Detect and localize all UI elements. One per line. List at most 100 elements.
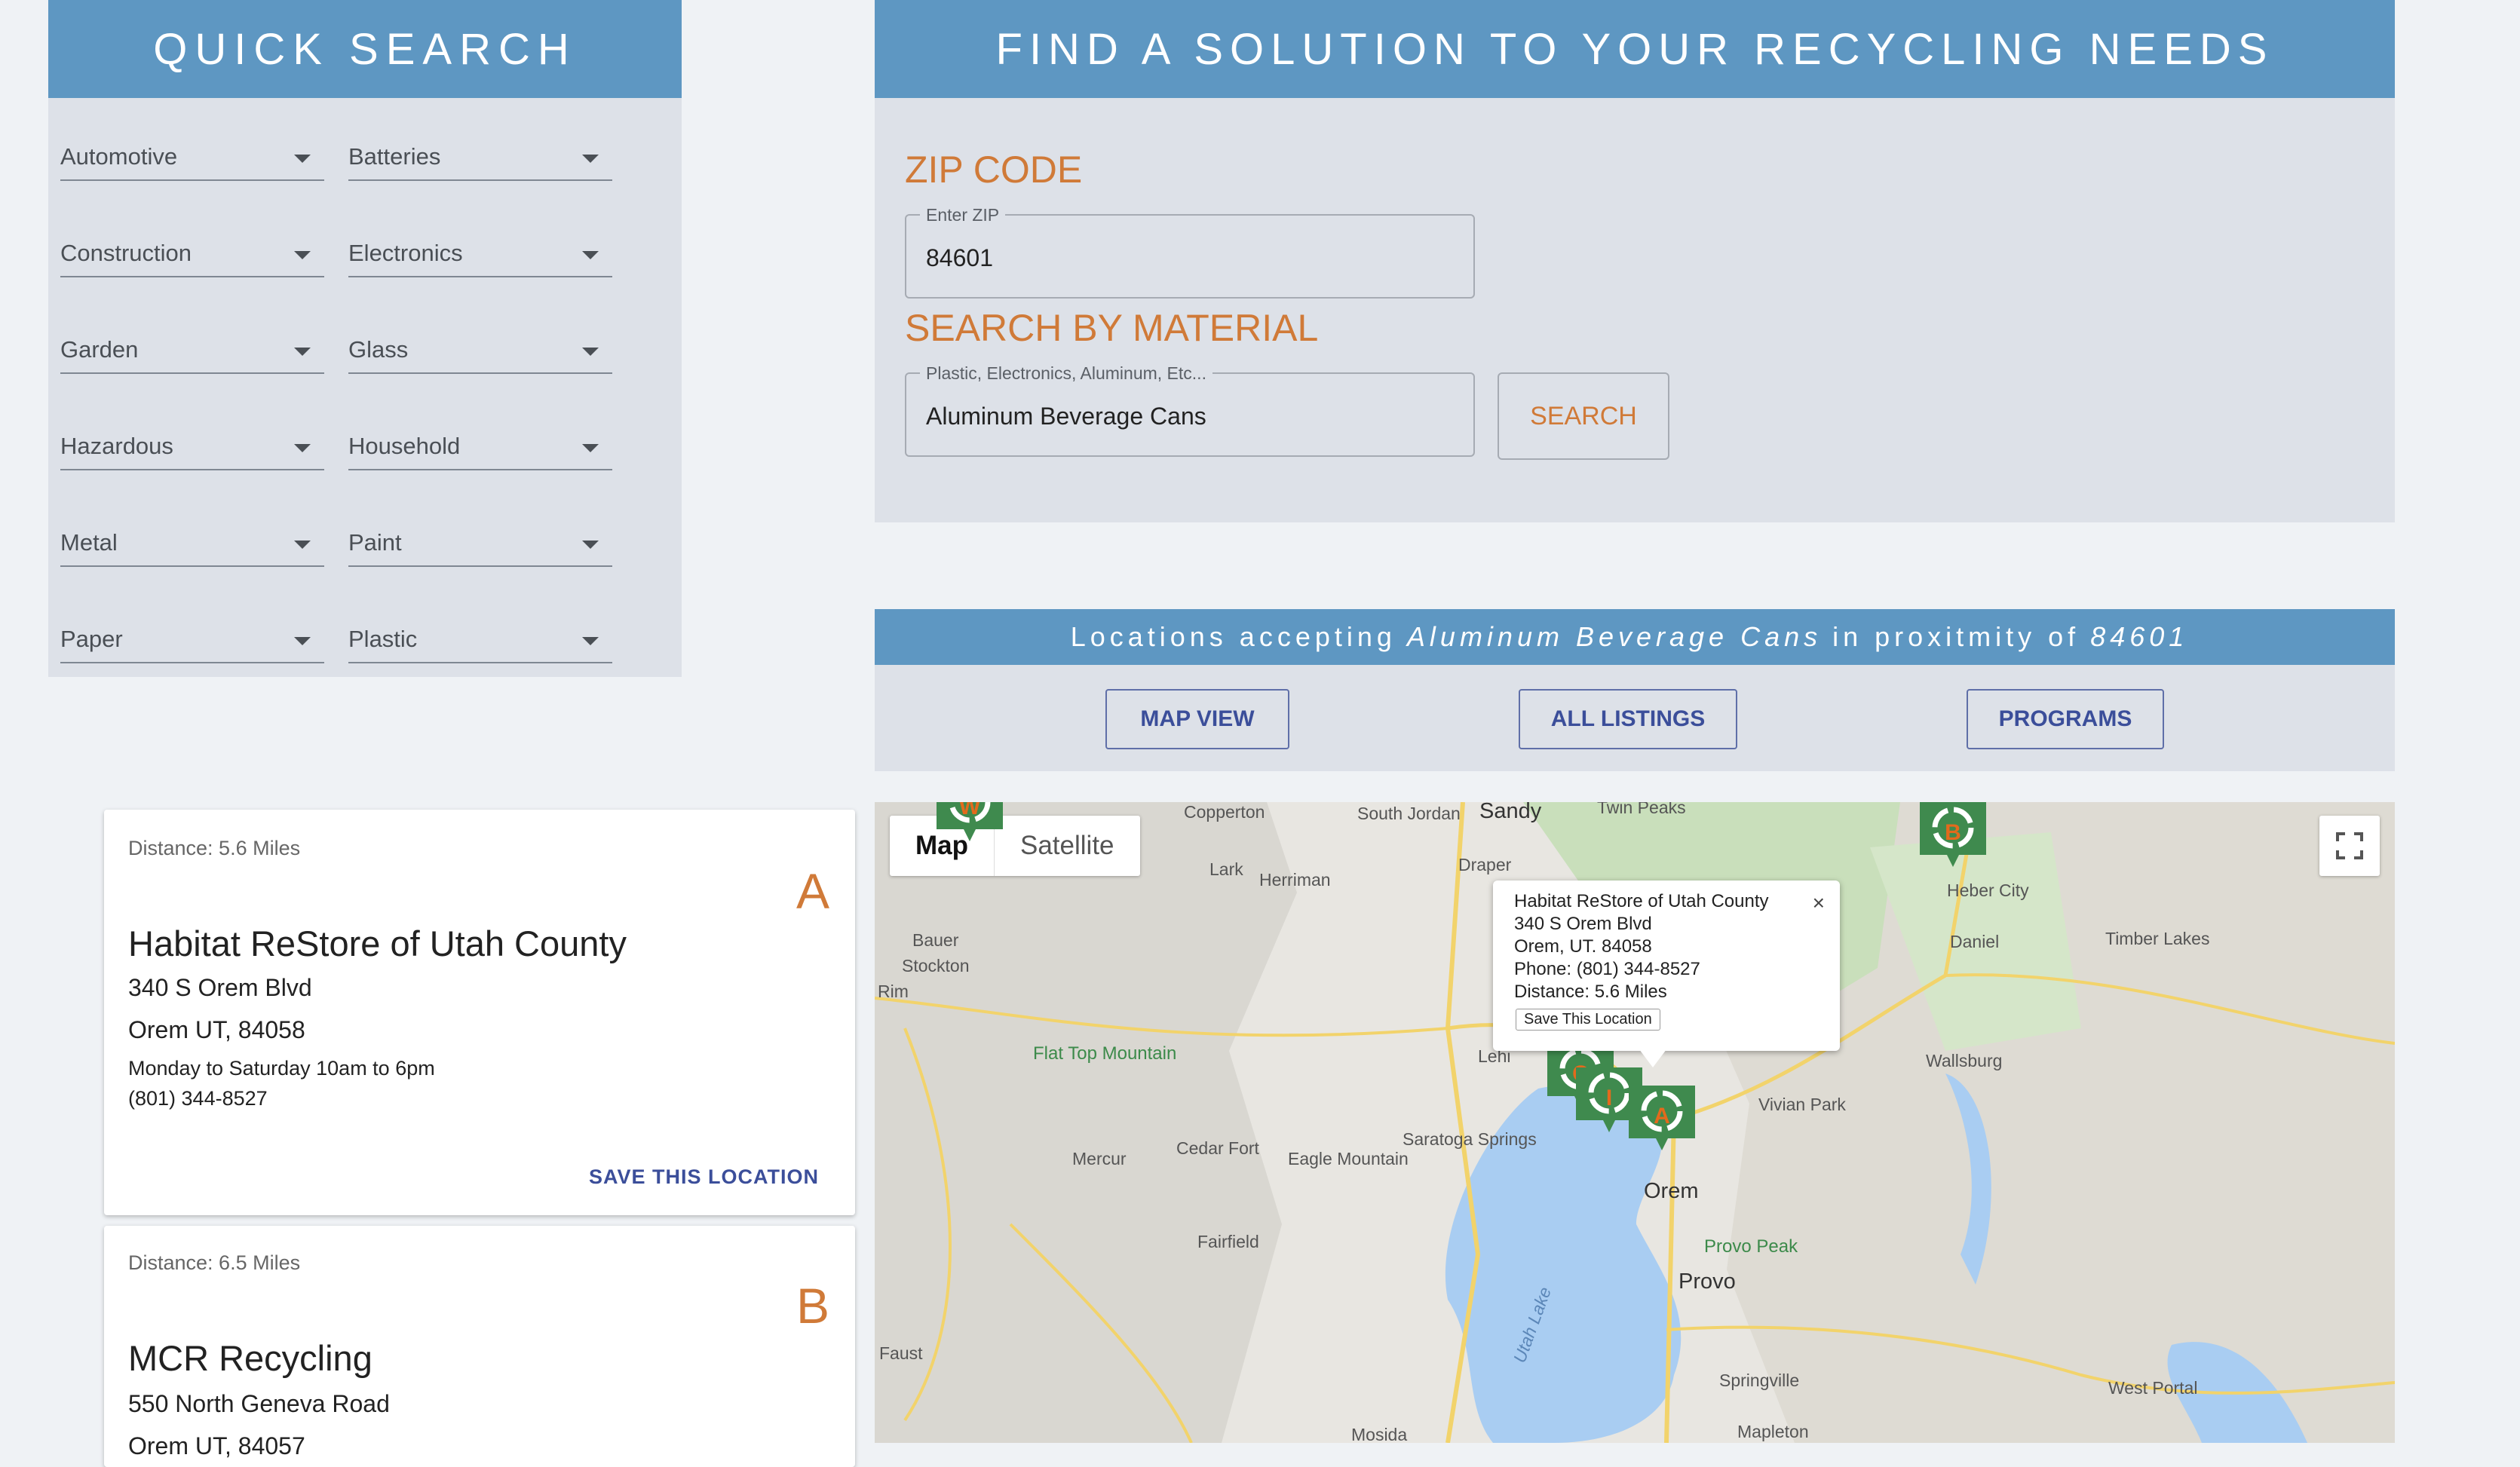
map-label: Stockton	[902, 956, 970, 975]
dropdown-caret-icon	[294, 251, 311, 259]
map-label: Provo	[1678, 1269, 1736, 1294]
recycling-marker[interactable]: A	[1624, 1081, 1700, 1153]
fullscreen-button[interactable]	[2319, 816, 2380, 876]
results-zip: 84601	[2090, 621, 2189, 652]
map-label: Flat Top Mountain	[1033, 1043, 1177, 1064]
map-label: Mapleton	[1737, 1422, 1809, 1441]
info-address: 340 S Orem Blvd	[1514, 914, 1652, 934]
listing-city: Orem UT, 84057	[128, 1432, 305, 1459]
map-view-button[interactable]: MAP VIEW	[1105, 689, 1289, 749]
category-select-electronics[interactable]: Electronics	[348, 237, 612, 277]
dropdown-caret-icon	[582, 637, 599, 645]
map-label: Orem	[1644, 1179, 1699, 1203]
info-save-location-button[interactable]: Save This Location	[1516, 1009, 1660, 1031]
map-label: Mercur	[1072, 1149, 1127, 1168]
results-prefix: Locations accepting	[1070, 621, 1396, 652]
map-label: Bauer	[912, 930, 959, 950]
map-label: Draper	[1458, 855, 1512, 874]
info-city: Orem, UT. 84058	[1514, 936, 1652, 957]
fullscreen-icon	[2336, 832, 2363, 859]
category-select-automotive[interactable]: Automotive	[60, 140, 324, 181]
dropdown-caret-icon	[294, 637, 311, 645]
map-type-toggle: Map Satellite	[890, 816, 1140, 876]
listing-name: MCR Recycling	[128, 1338, 372, 1378]
map-label: Eagle Mountain	[1288, 1149, 1409, 1168]
map-label: Cedar Fort	[1176, 1138, 1259, 1158]
dropdown-caret-icon	[582, 251, 599, 259]
recycling-marker[interactable]: B	[1915, 802, 1991, 870]
map-label: Daniel	[1950, 932, 2000, 951]
category-select-garden[interactable]: Garden	[60, 333, 324, 374]
map-label: South Jordan	[1357, 804, 1461, 823]
find-solution-title: FIND A SOLUTION TO YOUR RECYCLING NEEDS	[875, 0, 2395, 98]
results-material: Aluminum Beverage Cans	[1406, 621, 1823, 652]
map-label: Timber Lakes	[2105, 929, 2210, 948]
category-select-batteries[interactable]: Batteries	[348, 140, 612, 181]
listing-distance: Distance: 5.6 Miles	[128, 837, 301, 859]
map-label: Fairfield	[1197, 1232, 1259, 1251]
quick-search-title: QUICK SEARCH	[48, 0, 682, 98]
map-label: Faust	[879, 1343, 923, 1363]
material-heading: SEARCH BY MATERIAL	[905, 307, 1319, 349]
search-button[interactable]: SEARCH	[1498, 372, 1669, 460]
dropdown-caret-icon	[294, 444, 311, 452]
results-panel: Locations accepting Aluminum Beverage Ca…	[875, 609, 2395, 771]
all-listings-button[interactable]: ALL LISTINGS	[1519, 689, 1737, 749]
results-middle: in proxitmity of	[1832, 621, 2080, 652]
listing-phone: (801) 344-8527	[128, 1087, 268, 1110]
category-select-glass[interactable]: Glass	[348, 333, 612, 374]
category-select-paper[interactable]: Paper	[60, 623, 324, 663]
dropdown-caret-icon	[582, 444, 599, 452]
programs-button[interactable]: PROGRAMS	[1967, 689, 2164, 749]
map-label: Mosida	[1351, 1425, 1408, 1443]
map-label: Copperton	[1184, 802, 1265, 822]
category-select-construction[interactable]: Construction	[60, 237, 324, 277]
close-icon[interactable]: ×	[1813, 891, 1825, 915]
listing-hours: Monday to Saturday 10am to 6pm	[128, 1057, 435, 1080]
quick-search-panel: QUICK SEARCH Automotive Batteries Constr…	[48, 0, 682, 677]
zip-input[interactable]: Enter ZIP 84601	[905, 205, 1475, 299]
map-label: Wallsburg	[1926, 1051, 2003, 1070]
info-window-pointer	[1639, 1049, 1666, 1067]
listing-card[interactable]: Distance: 6.5 Miles B MCR Recycling 550 …	[104, 1226, 855, 1467]
save-location-button[interactable]: SAVE THIS LOCATION	[589, 1165, 819, 1189]
map-label: Heber City	[1947, 881, 2029, 900]
category-select-household[interactable]: Household	[348, 430, 612, 470]
map-label: Herriman	[1259, 870, 1331, 890]
listing-letter: A	[796, 863, 829, 919]
map-label: Sandy	[1479, 802, 1542, 823]
listing-card[interactable]: Distance: 5.6 Miles A Habitat ReStore of…	[104, 810, 855, 1215]
zip-input-label: Enter ZIP	[920, 205, 1006, 225]
map-label: Provo Peak	[1704, 1236, 1798, 1257]
map-label: Saratoga Springs	[1403, 1129, 1537, 1149]
dropdown-caret-icon	[582, 348, 599, 356]
map-view[interactable]: Map Satellite Copperton South Jordan San…	[875, 802, 2395, 1443]
listing-city: Orem UT, 84058	[128, 1016, 305, 1043]
dropdown-caret-icon	[582, 541, 599, 549]
dropdown-caret-icon	[294, 541, 311, 549]
recycling-marker[interactable]: W	[932, 802, 1007, 844]
info-name: Habitat ReStore of Utah County	[1514, 891, 1769, 911]
listing-name: Habitat ReStore of Utah County	[128, 923, 627, 963]
map-info-window: Habitat ReStore of Utah County 340 S Ore…	[1493, 881, 1840, 1051]
listing-letter: B	[796, 1278, 829, 1334]
category-select-hazardous[interactable]: Hazardous	[60, 430, 324, 470]
map-label: Vivian Park	[1758, 1095, 1846, 1114]
material-input[interactable]: Plastic, Electronics, Aluminum, Etc... A…	[905, 363, 1475, 457]
dropdown-caret-icon	[582, 155, 599, 163]
map-label: Twin Peaks	[1597, 802, 1686, 817]
results-heading: Locations accepting Aluminum Beverage Ca…	[875, 609, 2395, 665]
category-select-plastic[interactable]: Plastic	[348, 623, 612, 663]
category-select-metal[interactable]: Metal	[60, 526, 324, 567]
info-phone: Phone: (801) 344-8527	[1514, 959, 1700, 979]
info-distance: Distance: 5.6 Miles	[1514, 982, 1667, 1002]
listing-address: 340 S Orem Blvd	[128, 974, 312, 1001]
material-input-label: Plastic, Electronics, Aluminum, Etc...	[920, 363, 1212, 384]
map-label: Rim	[878, 982, 909, 1001]
map-label: West Portal	[2108, 1378, 2198, 1398]
category-select-paint[interactable]: Paint	[348, 526, 612, 567]
zip-input-value: 84601	[926, 244, 993, 271]
dropdown-caret-icon	[294, 348, 311, 356]
satellite-tab[interactable]: Satellite	[994, 816, 1140, 876]
listing-distance: Distance: 6.5 Miles	[128, 1251, 301, 1274]
